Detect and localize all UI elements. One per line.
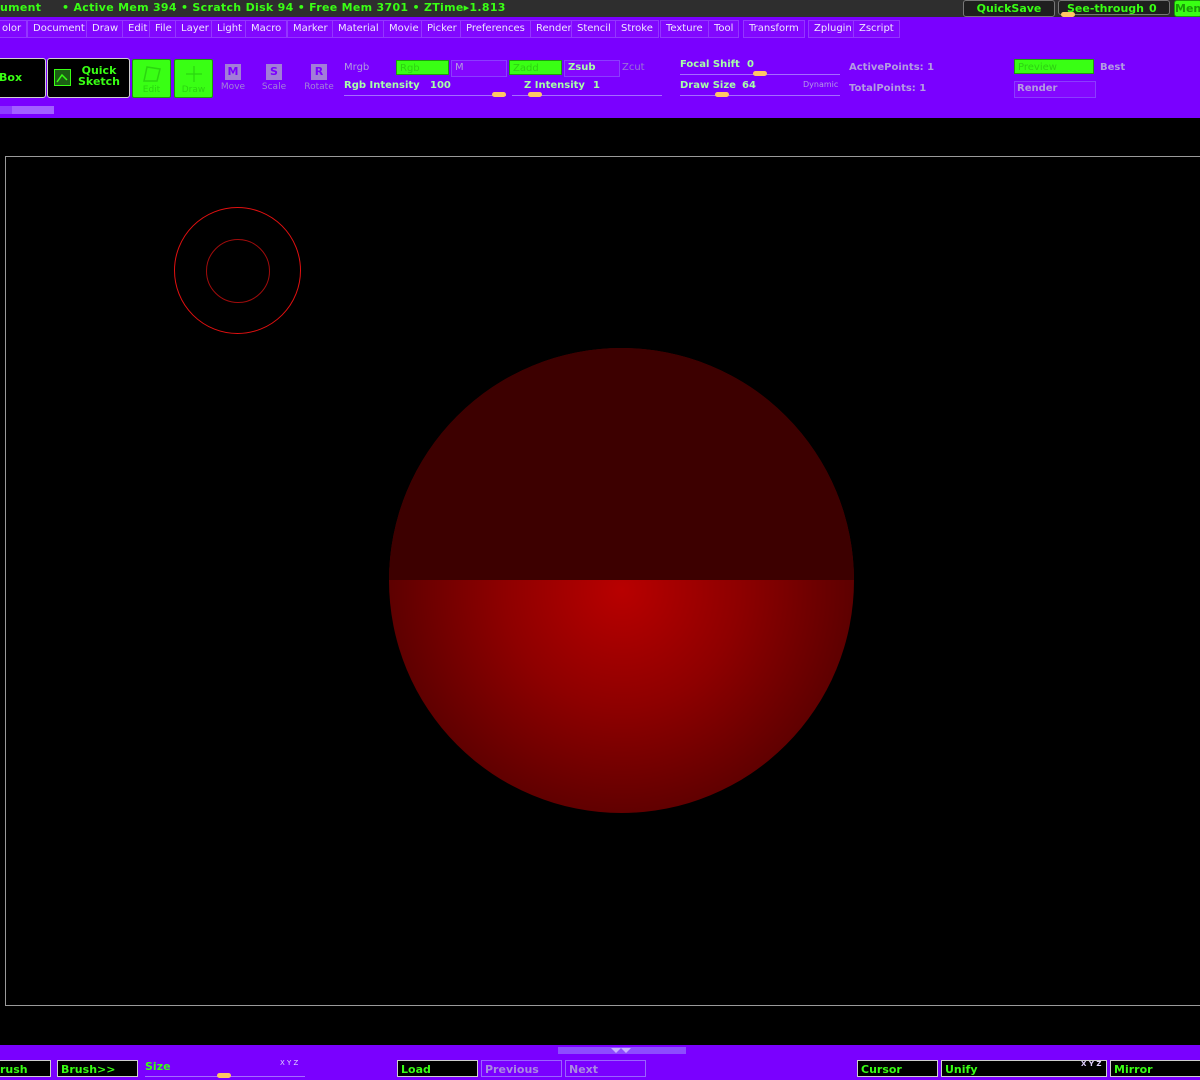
menu-file[interactable]: File: [149, 20, 178, 38]
progress-strip: [0, 106, 54, 114]
status-bar: ument • Active Mem 394 • Scratch Disk 94…: [0, 0, 1200, 17]
move-icon: M: [225, 64, 241, 80]
sphere-mesh[interactable]: [389, 348, 854, 813]
see-through-value: 0: [1149, 2, 1157, 15]
m-label: M: [455, 62, 464, 73]
sphere-upper-half: [389, 348, 854, 580]
lightbox-label: Box: [0, 71, 23, 84]
menu-color[interactable]: olor: [0, 20, 28, 38]
quick-sketch-icon: [54, 69, 71, 86]
mirror-button[interactable]: Mirror: [1110, 1060, 1200, 1077]
brush-more-button[interactable]: Brush>>: [57, 1060, 138, 1077]
menu-transform[interactable]: Transform: [743, 20, 805, 38]
draw-size-track[interactable]: [680, 95, 840, 96]
menu-tool[interactable]: Tool: [708, 20, 740, 38]
draw-size-label: Draw Size: [680, 80, 736, 91]
brush-button[interactable]: rush: [0, 1060, 51, 1077]
scale-icon: S: [266, 64, 282, 80]
zsub-toggle[interactable]: Zsub: [564, 60, 620, 77]
see-through-label: See-through: [1067, 2, 1145, 15]
move-button[interactable]: M Move: [219, 64, 247, 92]
rotate-button[interactable]: R Rotate: [302, 64, 336, 92]
menu-marker[interactable]: Marker: [287, 20, 334, 38]
draw-button[interactable]: Draw: [174, 59, 213, 98]
render-button[interactable]: Render: [1014, 81, 1096, 98]
render-label: Render: [1017, 83, 1058, 94]
menu-stroke[interactable]: Stroke: [615, 20, 659, 38]
scale-label: Scale: [261, 82, 287, 92]
menus-button[interactable]: Men: [1174, 0, 1200, 17]
menu-movie[interactable]: Movie: [383, 20, 425, 38]
size-knob[interactable]: [217, 1073, 231, 1078]
lightbox-button[interactable]: Box: [0, 58, 46, 98]
menu-layer[interactable]: Layer: [175, 20, 215, 38]
dynamic-toggle[interactable]: Dynamic: [803, 80, 838, 89]
rgb-intensity-value: 100: [430, 80, 451, 91]
focal-shift-value: 0: [747, 59, 754, 70]
menu-picker[interactable]: Picker: [421, 20, 463, 38]
mrgb-toggle[interactable]: Mrgb: [344, 62, 369, 73]
zcut-toggle[interactable]: Zcut: [622, 62, 645, 73]
document-title-fragment: ument: [0, 1, 42, 14]
draw-label: Draw: [181, 85, 206, 95]
menu-bar: olor Document Draw Edit File Layer Light…: [0, 17, 1200, 41]
size-label: Size: [145, 1060, 171, 1073]
active-points: ActivePoints: 1: [849, 62, 935, 73]
unify-button[interactable]: Unify X Y Z: [941, 1060, 1107, 1077]
scale-button[interactable]: S Scale: [260, 64, 288, 92]
quicksave-button[interactable]: QuickSave: [963, 0, 1055, 17]
best-toggle[interactable]: Best: [1100, 62, 1125, 73]
rgb-intensity-track[interactable]: [344, 95, 506, 96]
total-points: TotalPoints: 1: [849, 83, 927, 94]
focal-shift-label: Focal Shift: [680, 59, 740, 70]
focal-shift-knob[interactable]: [753, 71, 767, 76]
edit-label: Edit: [142, 85, 161, 95]
m-toggle[interactable]: M: [451, 60, 507, 77]
draw-icon: [186, 66, 202, 82]
quick-sketch-button[interactable]: Quick Sketch: [47, 58, 130, 98]
collapse-arrows-icon: [611, 1048, 631, 1053]
memory-stats: • Active Mem 394 • Scratch Disk 94 • Fre…: [62, 1, 506, 14]
previous-button[interactable]: Previous: [481, 1060, 562, 1077]
next-button[interactable]: Next: [565, 1060, 646, 1077]
unify-axis-indicator: X Y Z: [1081, 1060, 1102, 1068]
z-intensity-label: Z Intensity: [524, 80, 585, 91]
menu-stencil[interactable]: Stencil: [571, 20, 617, 38]
quick-sketch-line2: Sketch: [78, 75, 121, 88]
menu-zscript[interactable]: Zscript: [853, 20, 900, 38]
zadd-toggle[interactable]: Zadd: [509, 60, 562, 75]
menu-document[interactable]: Document: [27, 20, 91, 38]
z-intensity-knob[interactable]: [528, 92, 542, 97]
menu-material[interactable]: Material: [332, 20, 385, 38]
menu-texture[interactable]: Texture: [660, 20, 709, 38]
see-through-slider[interactable]: See-through 0: [1058, 0, 1170, 17]
zsub-label: Zsub: [568, 62, 596, 73]
menu-preferences[interactable]: Preferences: [460, 20, 531, 38]
brush-cursor-inner-ring: [206, 239, 270, 303]
draw-size-value: 64: [742, 80, 756, 91]
menu-draw[interactable]: Draw: [86, 20, 125, 38]
bottom-shelf: rush Brush>> Size X Y Z Load Previous Ne…: [0, 1045, 1200, 1080]
menu-macro[interactable]: Macro: [245, 20, 288, 38]
preview-toggle[interactable]: Preview: [1014, 59, 1094, 74]
rgb-intensity-knob[interactable]: [492, 92, 506, 97]
cursor-button[interactable]: Cursor: [857, 1060, 938, 1077]
rotate-icon: R: [311, 64, 327, 80]
rotate-label: Rotate: [304, 82, 334, 92]
load-button[interactable]: Load: [397, 1060, 478, 1077]
move-label: Move: [220, 82, 246, 92]
shelf-collapse-handle[interactable]: [558, 1047, 686, 1054]
size-axis-indicator: X Y Z: [280, 1059, 299, 1067]
z-intensity-value: 1: [593, 80, 600, 91]
menu-light[interactable]: Light: [211, 20, 248, 38]
draw-size-knob[interactable]: [715, 92, 729, 97]
edit-button[interactable]: Edit: [132, 59, 171, 98]
edit-icon: [143, 66, 161, 82]
rgb-intensity-label: Rgb Intensity: [344, 80, 420, 91]
unify-label: Unify: [945, 1063, 978, 1076]
rgb-toggle[interactable]: Rgb: [396, 60, 449, 75]
toolbar: Box Quick Sketch Edit Draw M Move S Scal…: [0, 41, 1200, 118]
menu-zplugin[interactable]: Zplugin: [808, 20, 858, 38]
